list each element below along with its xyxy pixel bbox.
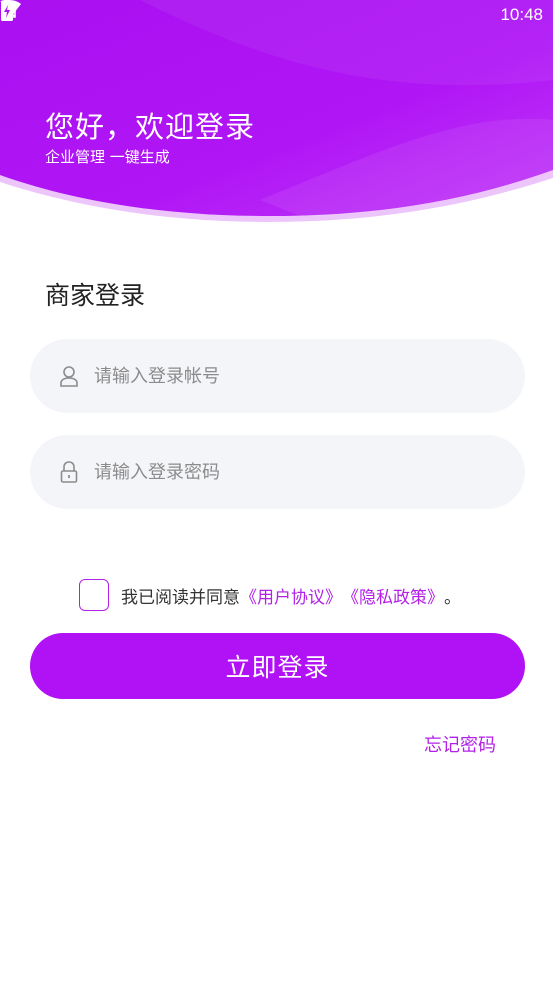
login-button[interactable]: 立即登录 (30, 633, 525, 699)
user-icon (58, 365, 80, 387)
agreement-row: 我已阅读并同意 《用户协议》 《隐私政策》 。 (79, 579, 461, 611)
status-bar: 10:48 (0, 0, 553, 30)
agreement-prefix: 我已阅读并同意 (121, 587, 240, 608)
header-banner: 10:48 您好，欢迎登录 企业管理 一键生成 (0, 0, 553, 240)
password-input[interactable] (94, 461, 474, 483)
greeting-title: 您好，欢迎登录 (45, 110, 256, 144)
page-title: 商家登录 (45, 281, 146, 310)
privacy-policy-link[interactable]: 《隐私政策》 (342, 583, 444, 608)
lock-icon (58, 461, 80, 483)
forgot-password-link[interactable]: 忘记密码 (424, 731, 496, 757)
user-agreement-link[interactable]: 《用户协议》 (240, 583, 342, 608)
login-screen: 10:48 您好，欢迎登录 企业管理 一键生成 商家登录 我已阅读并同意 《用户… (0, 0, 553, 983)
password-field[interactable] (30, 435, 525, 509)
greeting-subtitle: 企业管理 一键生成 (45, 148, 170, 166)
agreement-suffix: 。 (444, 587, 461, 608)
agreement-checkbox[interactable] (79, 579, 109, 611)
account-field[interactable] (30, 339, 525, 413)
account-input[interactable] (94, 365, 474, 387)
status-time: 10:48 (500, 5, 543, 24)
